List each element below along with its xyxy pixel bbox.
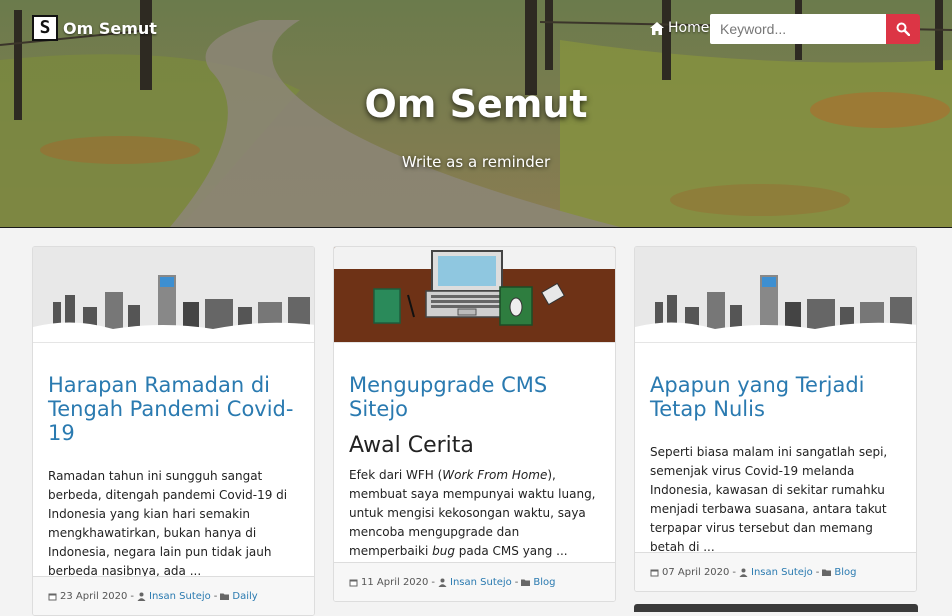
nav-home-link[interactable]: Home: [650, 20, 709, 36]
meta-separator: -: [815, 566, 820, 578]
post-title-link[interactable]: Harapan Ramadan di Tengah Pandemi Covid-…: [48, 373, 299, 445]
post-author-link[interactable]: Insan Sutejo: [450, 577, 512, 588]
brand-link[interactable]: S Om Semut: [32, 15, 157, 41]
post-excerpt: Efek dari WFH (Work From Home), membuat …: [349, 466, 600, 561]
brand-logo-icon: S: [32, 15, 58, 41]
post-category-link[interactable]: Daily: [232, 591, 257, 602]
post-author-link[interactable]: Insan Sutejo: [149, 591, 211, 602]
meta-separator: -: [732, 566, 736, 578]
calendar-icon: [349, 579, 358, 586]
meta-separator: -: [431, 576, 435, 588]
city-skyline-image: [33, 247, 314, 342]
post-title-link[interactable]: Apapun yang Terjadi Tetap Nulis: [650, 373, 901, 421]
post-date: 23 April 2020: [60, 590, 128, 602]
post-card: Harapan Ramadan di Tengah Pandemi Covid-…: [32, 246, 315, 616]
post-category-link[interactable]: Blog: [834, 567, 856, 578]
post-thumbnail-desk-laptop[interactable]: [334, 247, 615, 343]
folder-icon: [220, 593, 230, 600]
meta-separator: -: [130, 590, 134, 602]
home-icon: [650, 21, 664, 35]
search-form: [710, 14, 920, 44]
meta-separator: -: [514, 576, 519, 588]
search-icon: [896, 22, 910, 36]
post-date: 07 April 2020: [662, 566, 730, 578]
post-card: Apapun yang Terjadi Tetap Nulis Seperti …: [634, 246, 917, 592]
post-excerpt: Seperti biasa malam ini sangatlah sepi, …: [650, 445, 888, 554]
folder-icon: [521, 579, 531, 586]
excerpt-text: Efek dari WFH (: [349, 468, 443, 482]
meta-separator: -: [213, 590, 218, 602]
post-thumbnail-city-skyline[interactable]: [33, 247, 314, 343]
search-button[interactable]: [886, 14, 920, 44]
calendar-icon: [48, 593, 57, 600]
excerpt-text: pada CMS yang ...: [454, 544, 568, 558]
search-input[interactable]: [710, 14, 886, 44]
user-icon: [137, 592, 146, 601]
post-thumbnail-city-skyline[interactable]: [635, 247, 916, 343]
post-title-link[interactable]: Mengupgrade CMS Sitejo: [349, 373, 600, 421]
post-excerpt: Ramadan tahun ini sungguh sangat berbeda…: [48, 469, 288, 578]
desk-laptop-image: [334, 247, 615, 342]
site-title: Om Semut: [364, 82, 588, 126]
excerpt-emphasis: bug: [432, 544, 455, 558]
nav-home-label: Home: [668, 20, 710, 36]
post-author-link[interactable]: Insan Sutejo: [751, 567, 813, 578]
post-date: 11 April 2020: [361, 576, 429, 588]
post-meta: 23 April 2020 - Insan Sutejo - Daily: [33, 576, 314, 615]
user-icon: [438, 578, 447, 587]
post-category-link[interactable]: Blog: [533, 577, 555, 588]
post-subheading: Awal Cerita: [349, 433, 474, 458]
post-card: Mengupgrade CMS Sitejo Awal Cerita Efek …: [333, 246, 616, 602]
calendar-icon: [650, 569, 659, 576]
excerpt-emphasis: Work From Home: [442, 468, 548, 482]
user-icon: [739, 568, 748, 577]
post-meta: 07 April 2020 - Insan Sutejo - Blog: [635, 552, 916, 591]
city-skyline-image: [635, 247, 916, 342]
brand-name: Om Semut: [63, 18, 157, 38]
post-meta: 11 April 2020 - Insan Sutejo - Blog: [334, 562, 615, 601]
folder-icon: [822, 569, 832, 576]
hero-banner: S Om Semut Home Om Semut Write as a remi…: [0, 0, 952, 228]
site-subtitle: Write as a reminder: [401, 153, 551, 171]
